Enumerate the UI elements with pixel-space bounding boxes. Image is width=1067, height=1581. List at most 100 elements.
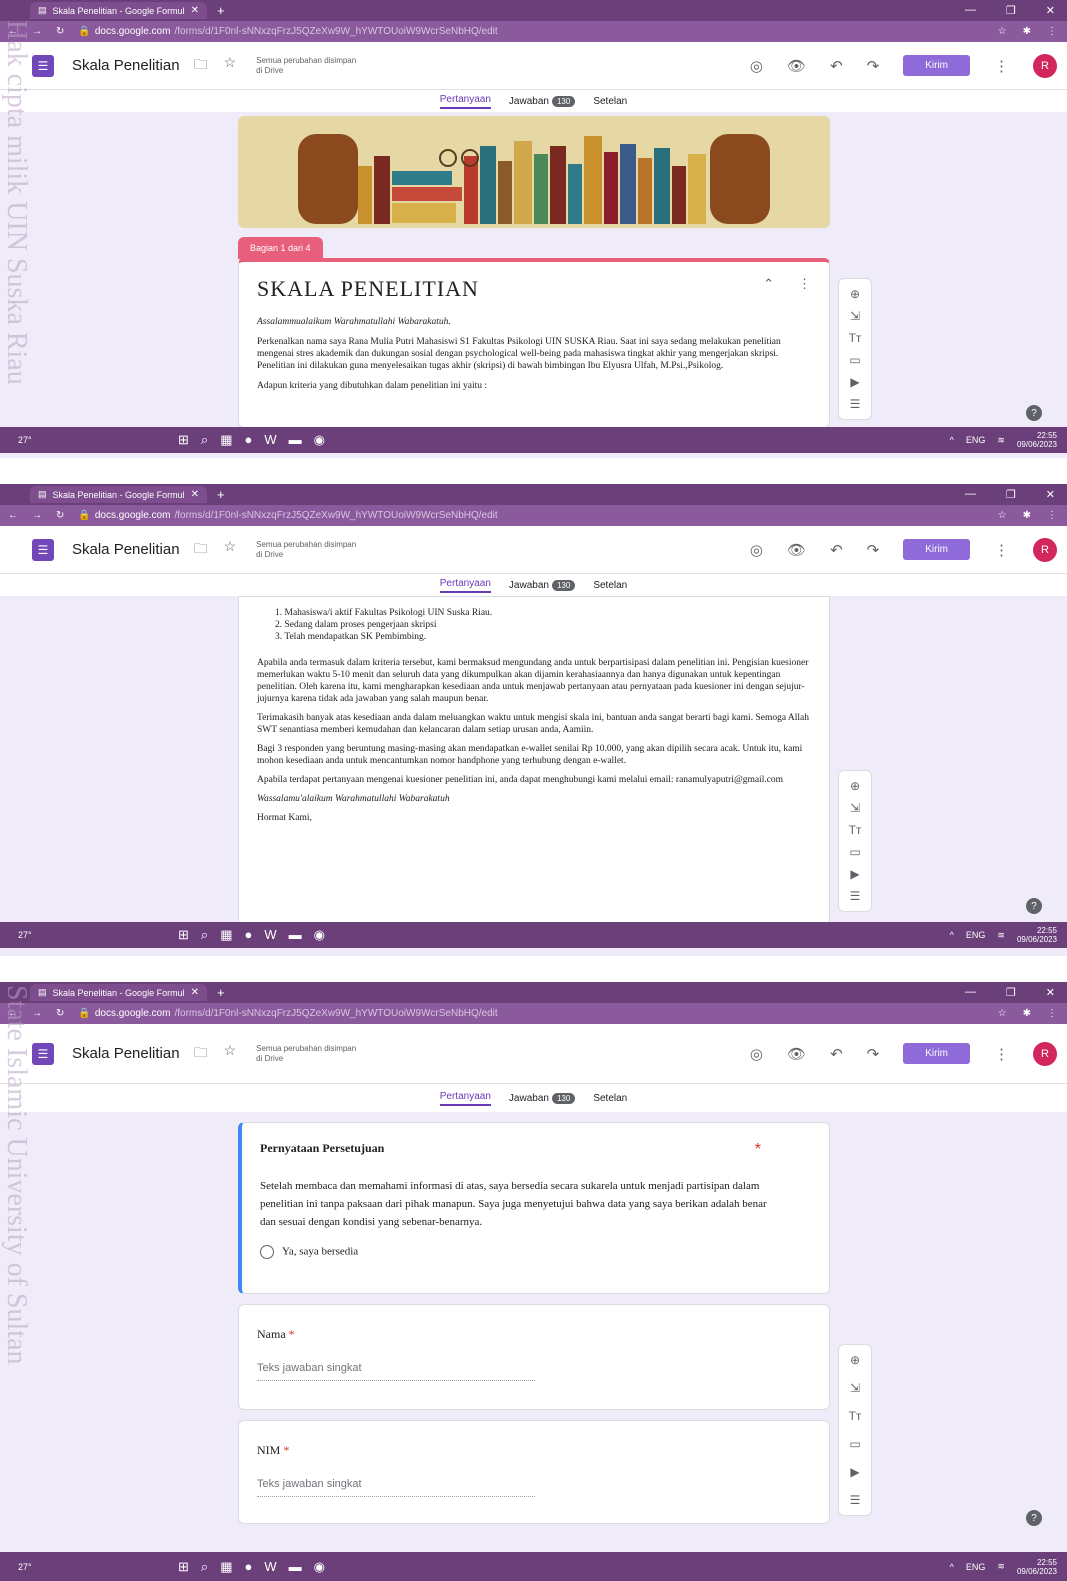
back-icon[interactable]: ← xyxy=(8,26,18,37)
start-icon[interactable]: ⊞ xyxy=(178,927,189,943)
redo-icon[interactable]: ↷ xyxy=(867,541,880,559)
folder-icon[interactable]: ▬ xyxy=(289,927,302,943)
undo-icon[interactable]: ↶ xyxy=(830,541,843,559)
reload-icon[interactable]: ↻ xyxy=(56,510,64,521)
tab-settings[interactable]: Setelan xyxy=(593,96,627,107)
new-tab-icon[interactable]: + xyxy=(217,3,225,18)
minimize-icon[interactable]: — xyxy=(965,488,976,501)
consent-title[interactable]: Pernyataan Persetujuan xyxy=(260,1141,384,1159)
section-description-card[interactable]: 1. Mahasiswa/i aktif Fakultas Psikologi … xyxy=(238,596,830,926)
close-icon[interactable]: ✕ xyxy=(191,5,199,16)
forward-icon[interactable]: → xyxy=(32,26,42,37)
weather-widget[interactable]: 27° xyxy=(0,1562,178,1572)
more-icon[interactable]: ⋮ xyxy=(994,1045,1009,1063)
language-indicator[interactable]: ENG xyxy=(966,930,986,940)
form-title[interactable]: Skala Penelitian xyxy=(72,541,180,558)
help-icon[interactable]: ? xyxy=(1026,405,1042,421)
palette-icon[interactable]: ◎ xyxy=(750,57,763,75)
menu-icon[interactable]: ⋮ xyxy=(1047,510,1057,521)
consent-option[interactable]: Ya, saya bersedia xyxy=(260,1245,811,1259)
image-icon[interactable]: ▭ xyxy=(849,845,860,859)
back-icon[interactable]: ← xyxy=(8,510,18,521)
files-icon[interactable]: ▦ xyxy=(220,432,232,448)
browser-tab[interactable]: ▤ Skala Penelitian - Google Formul ✕ xyxy=(30,2,207,19)
folder-icon[interactable]: ▬ xyxy=(289,432,302,448)
title-icon[interactable]: Tт xyxy=(849,823,862,837)
browser-tab[interactable]: ▤ Skala Penelitian - Google Formul ✕ xyxy=(30,486,207,503)
radio-button[interactable] xyxy=(260,1245,274,1259)
files-icon[interactable]: ▦ xyxy=(220,1559,232,1575)
question-card-name[interactable]: Nama * Teks jawaban singkat xyxy=(238,1304,830,1410)
star-icon[interactable]: ☆ xyxy=(998,1008,1007,1019)
chrome-icon[interactable]: ◉ xyxy=(314,1559,325,1575)
tab-questions[interactable]: Pertanyaan xyxy=(439,1091,491,1106)
section-icon[interactable]: ☰ xyxy=(850,397,861,411)
clock[interactable]: 22:55 09/06/2023 xyxy=(1017,926,1057,944)
video-icon[interactable]: ▶ xyxy=(850,867,859,881)
short-answer-field[interactable]: Teks jawaban singkat xyxy=(257,1478,535,1497)
help-icon[interactable]: ? xyxy=(1026,1510,1042,1526)
word-icon[interactable]: W xyxy=(264,432,276,448)
add-question-icon[interactable]: ⊕ xyxy=(850,1353,860,1367)
restore-icon[interactable]: ❐ xyxy=(1006,4,1016,17)
close-window-icon[interactable]: ✕ xyxy=(1046,986,1055,999)
palette-icon[interactable]: ◎ xyxy=(750,1045,763,1063)
extensions-icon[interactable]: ✱ xyxy=(1023,1008,1031,1019)
weather-widget[interactable]: 27° xyxy=(0,435,178,445)
star-icon[interactable]: ☆ xyxy=(224,54,237,78)
section-icon[interactable]: ☰ xyxy=(850,889,861,903)
title-icon[interactable]: Tт xyxy=(849,1409,862,1423)
image-icon[interactable]: ▭ xyxy=(849,1437,860,1451)
close-icon[interactable]: ✕ xyxy=(191,489,199,500)
send-button[interactable]: Kirim xyxy=(903,1043,970,1064)
menu-icon[interactable]: ⋮ xyxy=(1047,26,1057,37)
start-icon[interactable]: ⊞ xyxy=(178,1559,189,1575)
new-tab-icon[interactable]: + xyxy=(217,985,225,1000)
title-icon[interactable]: Tт xyxy=(849,331,862,345)
preview-icon[interactable]: 👁 xyxy=(787,57,806,75)
forward-icon[interactable]: → xyxy=(32,510,42,521)
section-card[interactable]: SKALA PENELITIAN ⌃ ⋮ Assalammualaikum War… xyxy=(238,258,830,428)
tab-responses[interactable]: Jawaban 130 xyxy=(509,579,576,591)
url-field[interactable]: 🔒 docs.google.com/forms/d/1F0nl-sNNxzqFrz… xyxy=(78,510,497,521)
close-window-icon[interactable]: ✕ xyxy=(1046,488,1055,501)
tab-questions[interactable]: Pertanyaan xyxy=(439,578,491,593)
redo-icon[interactable]: ↷ xyxy=(867,57,880,75)
chat-icon[interactable]: ● xyxy=(244,1559,252,1575)
start-icon[interactable]: ⊞ xyxy=(178,432,189,448)
tab-settings[interactable]: Setelan xyxy=(593,1093,627,1104)
send-button[interactable]: Kirim xyxy=(903,55,970,76)
minimize-icon[interactable]: — xyxy=(965,4,976,17)
video-icon[interactable]: ▶ xyxy=(850,375,859,389)
tab-responses[interactable]: Jawaban 130 xyxy=(509,95,576,107)
clock[interactable]: 22:55 09/06/2023 xyxy=(1017,1558,1057,1576)
reload-icon[interactable]: ↻ xyxy=(56,1008,64,1019)
search-icon[interactable]: ⌕ xyxy=(201,432,208,448)
import-icon[interactable]: ⇲ xyxy=(850,309,860,323)
star-icon[interactable]: ☆ xyxy=(224,1042,237,1066)
language-indicator[interactable]: ENG xyxy=(966,435,986,445)
close-window-icon[interactable]: ✕ xyxy=(1046,4,1055,17)
wifi-icon[interactable]: ≋ xyxy=(997,930,1005,941)
collapse-icon[interactable]: ⌃ xyxy=(763,276,774,302)
chevron-up-icon[interactable]: ^ xyxy=(950,930,954,940)
clock[interactable]: 22:55 09/06/2023 xyxy=(1017,431,1057,449)
close-icon[interactable]: ✕ xyxy=(191,987,199,998)
avatar[interactable]: R xyxy=(1033,53,1057,78)
import-icon[interactable]: ⇲ xyxy=(850,801,860,815)
weather-widget[interactable]: 27° xyxy=(0,930,178,940)
chevron-up-icon[interactable]: ^ xyxy=(950,435,954,445)
folder-icon[interactable]: 🗀 xyxy=(194,54,208,78)
chat-icon[interactable]: ● xyxy=(244,927,252,943)
avatar[interactable]: R xyxy=(1033,1041,1057,1066)
url-field[interactable]: 🔒 docs.google.com/forms/d/1F0nl-sNNxzqFrz… xyxy=(78,26,497,37)
wifi-icon[interactable]: ≋ xyxy=(997,1561,1005,1572)
url-field[interactable]: 🔒 docs.google.com/forms/d/1F0nl-sNNxzqFrz… xyxy=(78,1008,497,1019)
short-answer-field[interactable]: Teks jawaban singkat xyxy=(257,1362,535,1381)
restore-icon[interactable]: ❐ xyxy=(1006,488,1016,501)
preview-icon[interactable]: 👁 xyxy=(787,1045,806,1063)
folder-icon[interactable]: 🗀 xyxy=(194,538,208,562)
section-icon[interactable]: ☰ xyxy=(850,1493,861,1507)
tab-responses[interactable]: Jawaban 130 xyxy=(509,1092,576,1104)
add-question-icon[interactable]: ⊕ xyxy=(850,287,860,301)
